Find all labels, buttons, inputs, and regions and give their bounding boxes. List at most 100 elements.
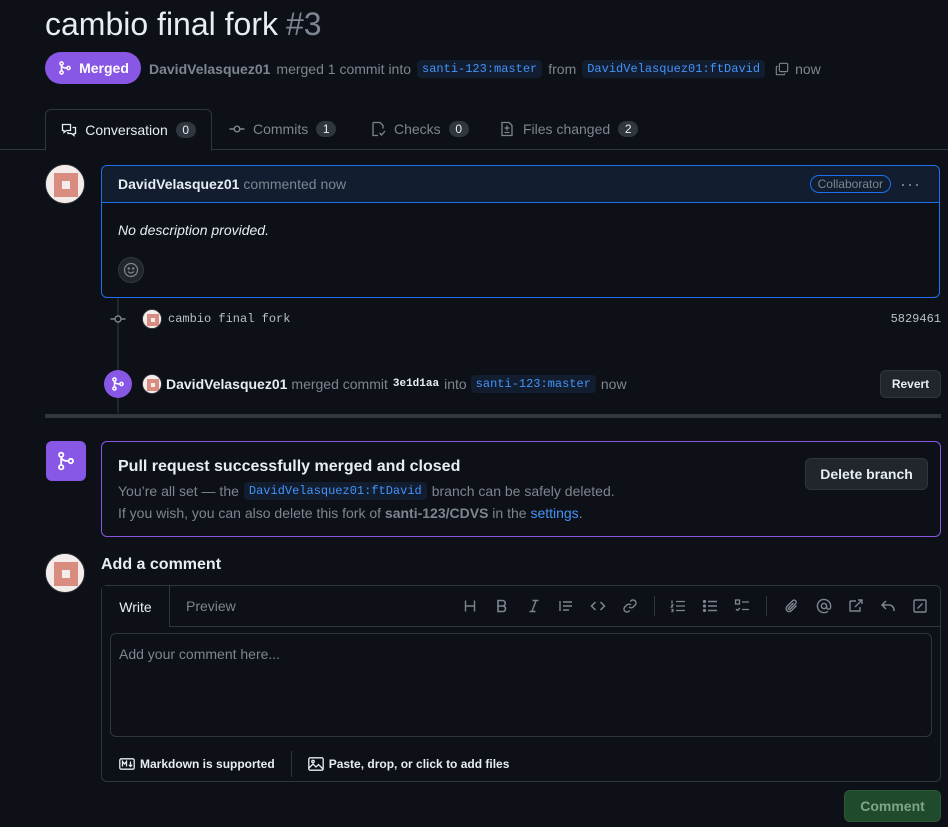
tab-label: Checks [394,121,441,137]
comment-input[interactable]: Add your comment here... [110,633,932,737]
merge-time: now [600,376,627,392]
status-label: Merged [79,60,129,76]
tab-checks[interactable]: Checks 0 [370,109,469,149]
bold-icon[interactable] [492,596,512,616]
from-text: from [548,61,577,77]
merged-line-2: If you wish, you can also delete this fo… [118,505,583,521]
tab-counter: 0 [448,121,469,137]
toolbar-divider [766,596,767,616]
avatar[interactable] [45,553,85,593]
copy-icon[interactable] [775,62,789,76]
commit-sha-link[interactable]: 5829461 [891,312,941,326]
commit-message-link[interactable]: cambio final fork [168,312,290,326]
pr-time: now [795,61,821,77]
merge-icon [59,61,71,75]
paperclip-icon[interactable] [782,596,802,616]
merge-base-branch[interactable]: santi-123:master [470,375,596,393]
merged-status-box: Pull request successfully merged and clo… [101,441,941,537]
avatar[interactable] [45,164,85,204]
merge-text: merged commit [291,376,388,392]
comment-submit-button[interactable]: Comment [844,790,941,822]
merged-head-branch[interactable]: DavidVelasquez01:ftDavid [243,482,427,500]
footer-divider [290,751,292,777]
code-icon[interactable] [588,596,608,616]
editor-tabs: Write Preview [102,586,940,627]
comment-discussion-icon [62,123,77,137]
merge-event-row: DavidVelasquez01 merged commit 3e1d1aa i… [104,369,941,399]
mention-icon[interactable] [814,596,834,616]
markdown-link[interactable]: Markdown is supported [140,757,275,771]
editor-footer: Markdown is supported Paste, drop, or cl… [119,751,509,777]
tab-counter: 0 [175,122,196,138]
tab-conversation[interactable]: Conversation 0 [45,109,212,151]
cross-reference-icon[interactable] [846,596,866,616]
merge-commit-sha[interactable]: 3e1d1aa [393,378,439,390]
merged-line-1: You’re all set — the DavidVelasquez01:ft… [118,482,615,500]
merged-line-1-pre: You’re all set — the [118,483,239,499]
comment-box: DavidVelasquez01 commented now Collabora… [101,165,940,298]
merge-event-badge [104,370,132,398]
avatar[interactable] [142,374,162,394]
pr-tabs: Conversation 0 Commits 1 Checks 0 Files … [0,109,948,151]
avatar[interactable] [142,309,162,329]
merged-line-1-post: branch can be safely deleted. [431,483,615,499]
reply-icon[interactable] [878,596,898,616]
merged-line-2-end: . [578,505,583,521]
comment-header: DavidVelasquez01 commented now Collabora… [102,166,939,203]
tab-write[interactable]: Write [102,586,170,627]
checklist-icon [372,121,386,137]
head-branch[interactable]: DavidVelasquez01:ftDavid [582,60,766,78]
fork-repo-name: santi-123/CDVS [384,505,489,521]
delete-branch-button[interactable]: Delete branch [805,458,928,490]
italic-icon[interactable] [524,596,544,616]
tab-files-changed[interactable]: Files changed 2 [499,109,639,149]
commit-row: cambio final fork 5829461 [110,308,941,330]
file-diff-icon [501,121,513,137]
add-reaction-button[interactable] [118,257,144,283]
status-badge: Merged [45,52,141,84]
bulleted-list-icon[interactable] [700,596,720,616]
merged-line-2-pre: If you wish, you can also delete this fo… [118,505,382,521]
tab-label: Conversation [85,122,168,138]
comment-action: commented now [243,176,347,192]
tab-commits[interactable]: Commits 1 [229,109,337,149]
merge-author-link[interactable]: DavidVelasquez01 [166,376,287,392]
tab-counter: 1 [316,121,337,137]
merge-icon [112,377,124,391]
link-icon[interactable] [620,596,640,616]
add-comment-heading: Add a comment [101,556,222,573]
smiley-icon [123,262,139,278]
git-commit-icon [229,125,245,133]
pr-number: #3 [285,6,322,42]
tab-preview[interactable]: Preview [186,586,236,626]
task-list-icon[interactable] [732,596,752,616]
tab-label: Files changed [523,121,611,137]
comment-body: No description provided. [118,222,269,238]
comment-author[interactable]: DavidVelasquez01 [118,176,239,192]
pr-meta: DavidVelasquez01 merged 1 commit into sa… [149,60,821,78]
toolbar-divider [654,596,655,616]
merge-status-icon [46,441,86,481]
git-commit-icon [110,315,126,323]
timeline-divider [45,414,941,418]
revert-button[interactable]: Revert [880,370,941,398]
pr-title: cambio final fork [45,6,278,42]
merged-line-2-mid: in the [492,505,527,521]
merged-title: Pull request successfully merged and clo… [118,458,461,475]
merged-text: merged 1 commit into [276,61,412,77]
tab-counter: 2 [618,121,639,137]
heading-icon[interactable] [460,596,480,616]
add-files-button[interactable]: Paste, drop, or click to add files [329,757,510,771]
pr-author-link[interactable]: DavidVelasquez01 [149,61,270,77]
tab-label: Commits [253,121,309,137]
settings-link[interactable]: settings [530,505,578,521]
base-branch[interactable]: santi-123:master [417,60,543,78]
fullscreen-icon[interactable] [910,596,930,616]
numbered-list-icon[interactable] [668,596,688,616]
into-text: into [444,376,467,392]
comment-editor: Write Preview Add your comment here... M… [101,585,941,782]
quote-icon[interactable] [556,596,576,616]
kebab-menu-icon[interactable]: ··· [900,174,921,195]
collaborator-badge: Collaborator [809,175,891,193]
image-icon [307,757,324,771]
